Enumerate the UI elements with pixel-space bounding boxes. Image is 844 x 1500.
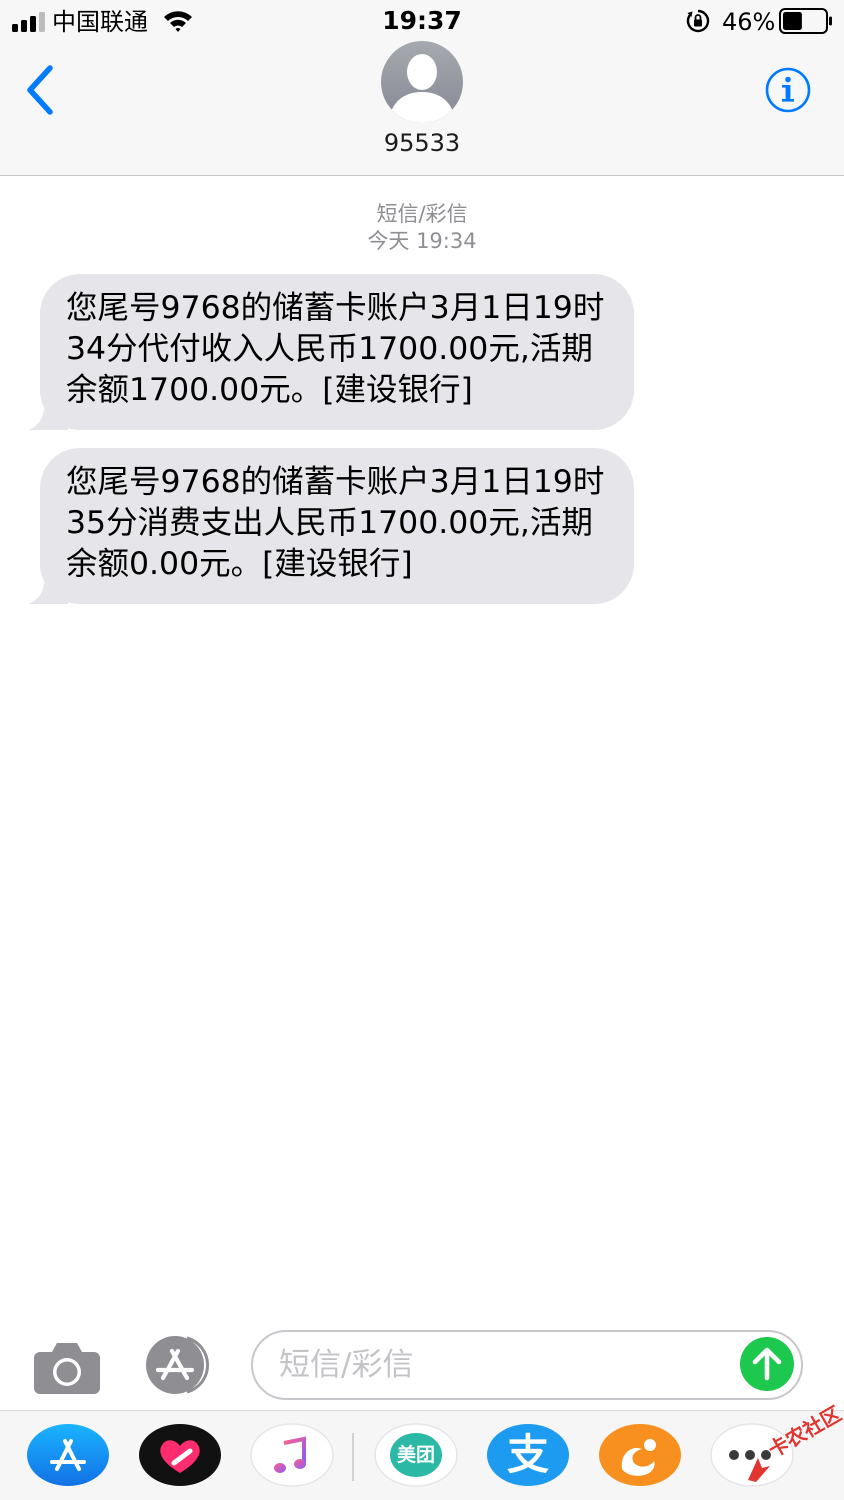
message-text: 您尾号9768的储蓄卡账户3月1日19时34分代付收入人民币1700.00元,活… — [40, 274, 634, 430]
watermark: 卡农社区 — [742, 1401, 844, 1492]
digital-touch-heart-icon[interactable] — [138, 1423, 222, 1487]
message-bubble-received[interactable]: 您尾号9768的储蓄卡账户3月1日19时35分消费支出人民币1700.00元,活… — [28, 448, 638, 604]
uc-browser-icon[interactable] — [598, 1423, 682, 1487]
music-icon[interactable] — [250, 1423, 334, 1487]
info-button[interactable] — [764, 66, 812, 114]
watermark-text: 卡农社区 — [764, 1401, 844, 1463]
alipay-app[interactable]: 支 — [486, 1423, 570, 1487]
rotation-lock-icon — [686, 9, 710, 33]
message-meta: 短信/彩信 今天 19:34 — [0, 201, 844, 255]
status-time: 19:37 — [382, 6, 462, 35]
alipay-label: 支 — [506, 1430, 549, 1479]
meituan-app[interactable]: 美团 — [374, 1423, 458, 1487]
app-store-icon[interactable] — [26, 1423, 110, 1487]
conversation-header: 95533 — [0, 41, 844, 176]
drawer-divider — [352, 1433, 354, 1481]
message-input[interactable]: 短信/彩信 — [251, 1330, 803, 1400]
message-timestamp: 今天 19:34 — [367, 229, 477, 253]
message-service-label: 短信/彩信 — [376, 202, 468, 226]
send-button[interactable] — [739, 1336, 795, 1392]
battery-icon — [779, 8, 832, 34]
meituan-label: 美团 — [396, 1444, 435, 1466]
message-bubble-received[interactable]: 您尾号9768的储蓄卡账户3月1日19时34分代付收入人民币1700.00元,活… — [28, 274, 638, 430]
message-composer: 短信/彩信 — [0, 1320, 844, 1410]
battery-percentage: 46% — [722, 8, 776, 36]
watermark-logo-icon — [748, 1458, 770, 1482]
status-bar: 中国联通 19:37 46% — [0, 0, 844, 44]
back-button[interactable] — [18, 62, 62, 118]
message-text: 您尾号9768的储蓄卡账户3月1日19时35分消费支出人民币1700.00元,活… — [40, 448, 634, 604]
camera-button[interactable] — [32, 1338, 102, 1396]
imessage-app-drawer: 美团 支 — [0, 1410, 844, 1500]
contact-name[interactable]: 95533 — [0, 128, 844, 158]
app-store-button[interactable] — [141, 1334, 217, 1396]
contact-avatar[interactable] — [380, 40, 464, 124]
input-placeholder: 短信/彩信 — [279, 1347, 414, 1383]
